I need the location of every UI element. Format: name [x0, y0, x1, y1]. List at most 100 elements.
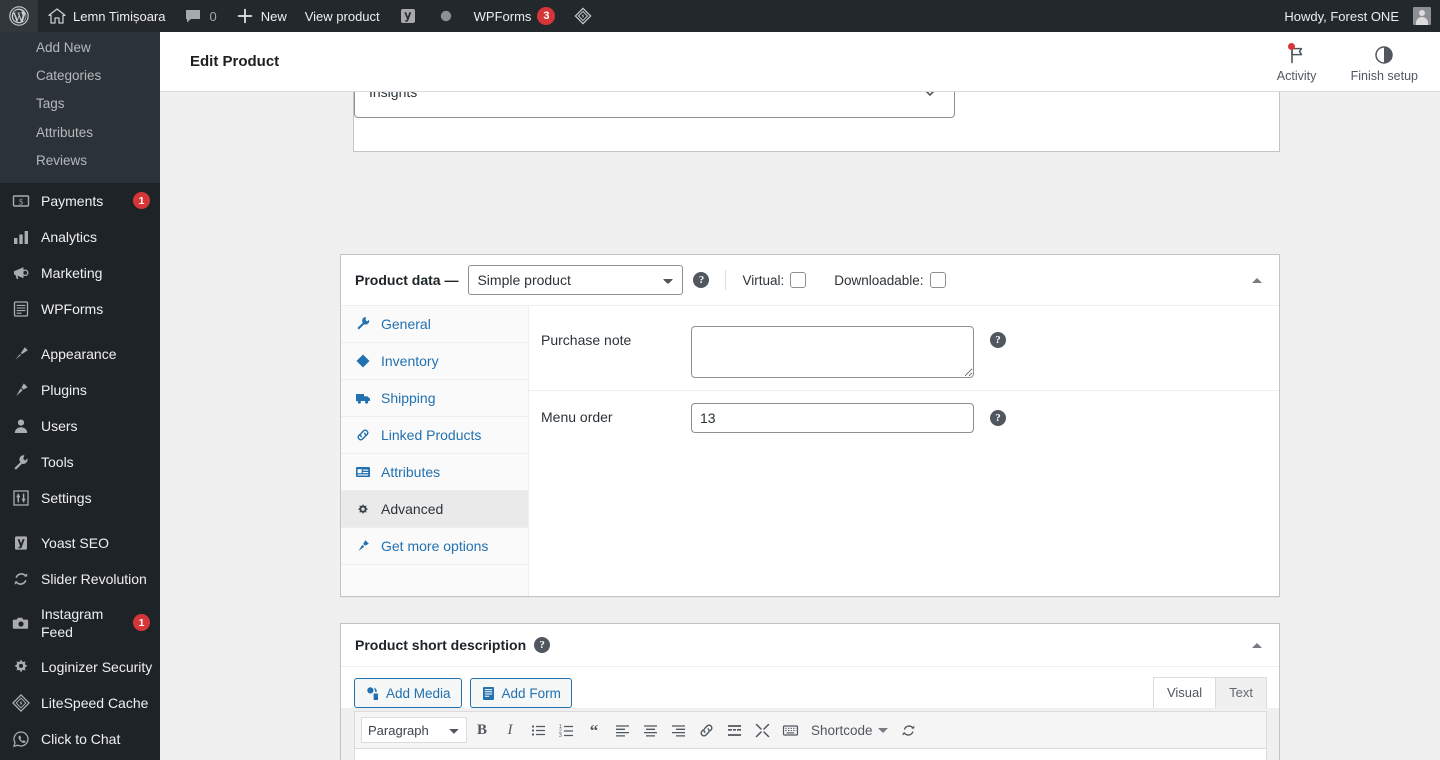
- short-description-help-icon[interactable]: ?: [534, 637, 551, 653]
- paragraph-format-select[interactable]: Paragraph: [361, 717, 467, 743]
- toolbar-toggle-button[interactable]: [777, 717, 803, 743]
- tab-label: Attributes: [381, 464, 441, 480]
- tab-advanced[interactable]: Advanced: [341, 491, 528, 528]
- slider-revolution-icon: [11, 569, 31, 589]
- finish-setup-button[interactable]: Finish setup: [1351, 44, 1418, 83]
- menu-divider: [0, 327, 160, 336]
- half-circle-progress-icon: [1373, 44, 1395, 66]
- product-type-help-icon[interactable]: ?: [693, 272, 710, 288]
- shortcode-dropdown[interactable]: Shortcode: [805, 717, 894, 743]
- sidebar-item-tools[interactable]: Tools: [0, 444, 160, 480]
- tools-icon: [11, 452, 31, 472]
- tab-general[interactable]: General: [341, 306, 528, 343]
- editor-content-area[interactable]: Depozitul Forest ONE vă pune la dispoziț…: [354, 749, 1267, 760]
- plug-icon: [355, 538, 371, 554]
- sidebar-item-settings[interactable]: Settings: [0, 480, 160, 516]
- sidebar-item-add-new[interactable]: Add New: [0, 34, 160, 62]
- revolution-slider-button[interactable]: [896, 717, 922, 743]
- product-type-select[interactable]: Simple product: [468, 265, 684, 295]
- product-data-title: Product data —: [355, 272, 459, 288]
- short-description-header: Product short description ?: [341, 624, 1279, 667]
- bulleted-list-button[interactable]: [525, 717, 551, 743]
- sidebar-item-click-to-chat[interactable]: Click to Chat: [0, 721, 160, 757]
- product-data-tabs: General Inventory Shipping Linked Produc…: [341, 306, 529, 596]
- comments-menu[interactable]: 0: [174, 0, 225, 32]
- tab-attributes[interactable]: Attributes: [341, 454, 528, 491]
- sidebar-item-instagram-feed[interactable]: Instagram Feed 1: [0, 597, 160, 649]
- insert-link-button[interactable]: [693, 717, 719, 743]
- wp-logo-menu[interactable]: [0, 0, 38, 32]
- menu-order-input[interactable]: [691, 403, 974, 433]
- add-media-button[interactable]: Add Media: [354, 678, 462, 708]
- litespeed-menu[interactable]: [564, 0, 602, 32]
- virtual-checkbox[interactable]: [790, 272, 807, 288]
- sidebar-item-slider-revolution[interactable]: Slider Revolution: [0, 561, 160, 597]
- tab-linked-products[interactable]: Linked Products: [341, 417, 528, 454]
- sidebar-item-marketing[interactable]: Marketing: [0, 255, 160, 291]
- finish-setup-label: Finish setup: [1350, 69, 1418, 83]
- align-right-button[interactable]: [665, 717, 691, 743]
- downloadable-checkbox[interactable]: [929, 272, 946, 288]
- sidebar-item-appearance[interactable]: Appearance: [0, 336, 160, 372]
- link-icon: [698, 722, 715, 739]
- sidebar-item-litespeed-cache[interactable]: LiteSpeed Cache: [0, 685, 160, 721]
- downloadable-checkbox-wrap[interactable]: Downloadable:: [834, 272, 946, 288]
- align-left-button[interactable]: [609, 717, 635, 743]
- product-data-collapse-toggle[interactable]: [1247, 270, 1267, 290]
- my-account-menu[interactable]: Howdy, Forest ONE: [1275, 0, 1440, 32]
- italic-button[interactable]: I: [497, 717, 523, 743]
- tab-inventory[interactable]: Inventory: [341, 343, 528, 380]
- new-content-menu[interactable]: New: [226, 0, 296, 32]
- wpforms-menu[interactable]: WPForms 3: [465, 0, 565, 32]
- bold-button[interactable]: B: [469, 717, 495, 743]
- read-more-button[interactable]: [721, 717, 747, 743]
- sidebar-item-reviews[interactable]: Reviews: [0, 147, 160, 175]
- sidebar-item-plugins[interactable]: Plugins: [0, 372, 160, 408]
- sidebar-item-analytics[interactable]: Analytics: [0, 219, 160, 255]
- tab-label: Advanced: [381, 501, 444, 517]
- main-content: Edit Product Activity Finish setup Insig…: [160, 32, 1440, 760]
- short-description-collapse-toggle[interactable]: [1247, 635, 1267, 655]
- virtual-checkbox-wrap[interactable]: Virtual:: [742, 272, 807, 288]
- sidebar-item-users[interactable]: Users: [0, 408, 160, 444]
- sidebar-item-label: Slider Revolution: [41, 570, 147, 587]
- sidebar-item-yoast-seo[interactable]: Yoast SEO: [0, 525, 160, 561]
- sidebar-item-label: Loginizer Security: [41, 658, 153, 675]
- activity-button[interactable]: Activity: [1269, 43, 1325, 83]
- sidebar-item-attributes[interactable]: Attributes: [0, 119, 160, 147]
- tab-text[interactable]: Text: [1215, 677, 1267, 708]
- tab-visual[interactable]: Visual: [1152, 677, 1217, 708]
- woocommerce-header: Edit Product Activity Finish setup: [160, 32, 1440, 92]
- purchase-note-label: Purchase note: [541, 332, 632, 348]
- align-center-button[interactable]: [637, 717, 663, 743]
- site-name-menu[interactable]: Lemn Timișoara: [38, 0, 174, 32]
- view-product-link[interactable]: View product: [296, 0, 389, 32]
- chevron-up-icon: [1252, 642, 1262, 648]
- numbered-list-button[interactable]: 123: [553, 717, 579, 743]
- sidebar-item-label: Instagram Feed: [41, 605, 104, 640]
- cache-menu[interactable]: [427, 0, 465, 32]
- menu-order-help-icon[interactable]: ?: [990, 410, 1006, 426]
- gear-icon: [355, 501, 371, 517]
- purchase-note-help-icon[interactable]: ?: [990, 332, 1006, 348]
- tab-get-more-options[interactable]: Get more options: [341, 528, 528, 565]
- blockquote-button[interactable]: “: [581, 717, 607, 743]
- purchase-note-input[interactable]: [691, 326, 974, 378]
- editor-mode-tabs: Visual Text: [1152, 677, 1267, 708]
- chevron-down-icon: [877, 727, 888, 733]
- add-form-button[interactable]: Add Form: [469, 678, 572, 708]
- tab-shipping[interactable]: Shipping: [341, 380, 528, 417]
- align-center-icon: [642, 722, 659, 739]
- sidebar-item-tags[interactable]: Tags: [0, 90, 160, 118]
- sidebar-item-payments[interactable]: $ Payments 1: [0, 183, 160, 219]
- insights-dropdown[interactable]: Insights: [354, 92, 955, 118]
- yoast-seo-menu[interactable]: [389, 0, 427, 32]
- sidebar-item-loginizer-security[interactable]: Loginizer Security: [0, 649, 160, 685]
- sidebar-item-categories[interactable]: Categories: [0, 62, 160, 90]
- add-form-label: Add Form: [501, 685, 561, 701]
- sidebar-item-wpforms[interactable]: WPForms: [0, 291, 160, 327]
- fullscreen-button[interactable]: [749, 717, 775, 743]
- howdy-label: Howdy, Forest ONE: [1284, 8, 1399, 24]
- sidebar-item-label: Plugins: [41, 381, 87, 398]
- wpforms-label: WPForms: [473, 8, 532, 24]
